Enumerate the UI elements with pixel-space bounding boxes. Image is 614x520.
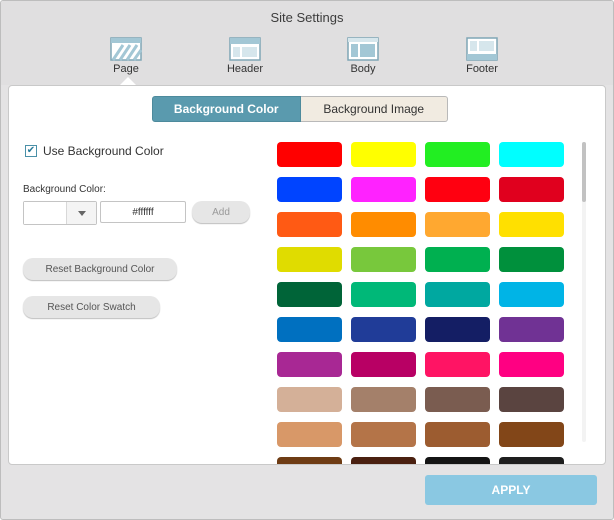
color-swatch[interactable] <box>351 317 416 342</box>
tab-background-color[interactable]: Background Color <box>152 96 301 122</box>
swatch-scrollbar[interactable] <box>582 142 586 442</box>
color-swatch[interactable] <box>499 387 564 412</box>
settings-header: Site Settings Page Header Body Footer <box>1 1 613 85</box>
background-color-label: Background Color: <box>23 184 106 195</box>
color-swatch[interactable] <box>425 387 490 412</box>
header-icon <box>229 37 261 61</box>
color-swatch[interactable] <box>425 422 490 447</box>
dialog-title: Site Settings <box>270 10 344 25</box>
section-footer-button[interactable]: Footer <box>442 37 522 83</box>
color-swatch[interactable] <box>277 387 342 412</box>
active-section-pointer <box>120 77 136 85</box>
color-swatch[interactable] <box>277 317 342 342</box>
color-swatch[interactable] <box>499 282 564 307</box>
color-swatch[interactable] <box>425 177 490 202</box>
reset-color-swatch-button[interactable]: Reset Color Swatch <box>23 296 160 318</box>
dropdown-arrow[interactable] <box>66 202 96 224</box>
footer-icon <box>466 37 498 61</box>
apply-button[interactable]: APPLY <box>425 475 597 505</box>
color-swatch[interactable] <box>351 352 416 377</box>
use-background-color-checkbox[interactable]: ✔ <box>25 145 37 157</box>
site-settings-window: Site Settings Page Header Body Footer Ba… <box>0 0 614 520</box>
tab-background-image[interactable]: Background Image <box>300 96 448 122</box>
color-swatch-grid <box>277 142 577 464</box>
color-swatch[interactable] <box>425 352 490 377</box>
section-body-button[interactable]: Body <box>323 37 403 83</box>
color-swatch[interactable] <box>499 352 564 377</box>
color-swatch[interactable] <box>351 212 416 237</box>
color-swatch[interactable] <box>351 142 416 167</box>
hex-color-input[interactable] <box>100 201 186 223</box>
color-swatch[interactable] <box>351 247 416 272</box>
color-swatch[interactable] <box>425 317 490 342</box>
color-swatch[interactable] <box>277 177 342 202</box>
color-swatch[interactable] <box>425 457 490 464</box>
color-swatch[interactable] <box>425 282 490 307</box>
reset-background-color-button[interactable]: Reset Background Color <box>23 258 177 280</box>
use-background-color-row[interactable]: ✔ Use Background Color <box>25 144 164 158</box>
color-swatch[interactable] <box>277 457 342 464</box>
color-swatch[interactable] <box>425 142 490 167</box>
color-swatch[interactable] <box>499 457 564 464</box>
color-swatch[interactable] <box>351 422 416 447</box>
color-swatch[interactable] <box>277 352 342 377</box>
body-icon <box>347 37 379 61</box>
color-swatch[interactable] <box>425 247 490 272</box>
color-swatch[interactable] <box>277 142 342 167</box>
color-picker-dropdown[interactable] <box>23 201 97 225</box>
color-swatch[interactable] <box>277 212 342 237</box>
section-body-label: Body <box>350 63 376 75</box>
color-swatch[interactable] <box>351 387 416 412</box>
use-background-color-label: Use Background Color <box>43 144 164 158</box>
selected-color-swatch <box>24 202 66 224</box>
page-icon <box>110 37 142 61</box>
section-footer-label: Footer <box>466 63 498 75</box>
section-header-button[interactable]: Header <box>205 37 285 83</box>
color-swatch[interactable] <box>499 247 564 272</box>
color-swatch[interactable] <box>499 177 564 202</box>
color-swatch[interactable] <box>277 247 342 272</box>
color-swatch[interactable] <box>351 282 416 307</box>
color-swatch[interactable] <box>351 457 416 464</box>
section-page-label: Page <box>113 63 139 75</box>
color-swatch[interactable] <box>499 142 564 167</box>
color-swatch-area <box>277 142 577 464</box>
color-swatch[interactable] <box>499 212 564 237</box>
section-header-label: Header <box>226 63 264 75</box>
color-swatch[interactable] <box>499 422 564 447</box>
color-swatch[interactable] <box>425 212 490 237</box>
tab-bar: Background Color Background Image <box>152 96 448 122</box>
chevron-down-icon <box>77 210 86 216</box>
color-swatch[interactable] <box>499 317 564 342</box>
color-swatch[interactable] <box>277 422 342 447</box>
color-swatch[interactable] <box>351 177 416 202</box>
settings-panel: Background Color Background Image ✔ Use … <box>8 85 606 465</box>
color-swatch[interactable] <box>277 282 342 307</box>
scrollbar-thumb[interactable] <box>582 142 586 202</box>
add-color-button[interactable]: Add <box>192 201 250 223</box>
